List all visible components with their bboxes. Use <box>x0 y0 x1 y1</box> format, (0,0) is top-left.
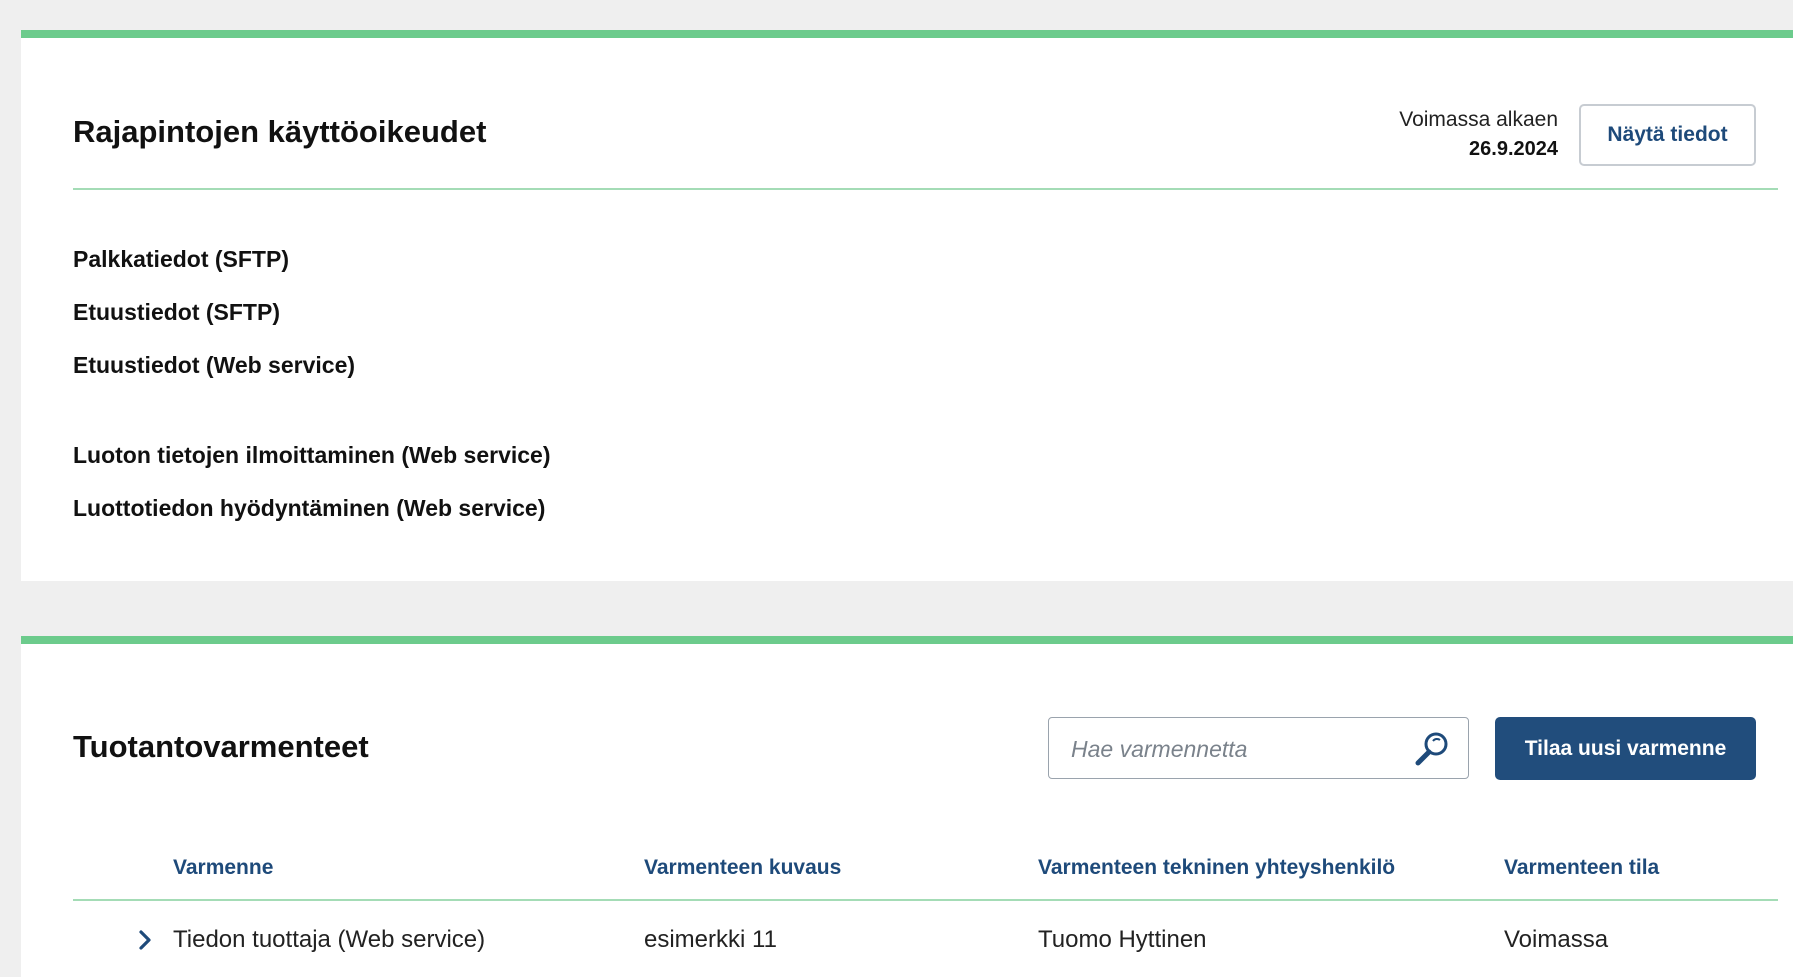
api-rights-list: Palkkatiedot (SFTP) Etuustiedot (SFTP) E… <box>73 246 551 548</box>
show-details-button[interactable]: Näytä tiedot <box>1579 104 1756 166</box>
certificate-search <box>1048 717 1469 780</box>
api-right-item: Etuustiedot (Web service) <box>73 352 356 378</box>
column-header-certificate[interactable]: Varmenne <box>173 851 273 885</box>
api-rights-card: Rajapintojen käyttöoikeudet Voimassa alk… <box>21 30 1793 581</box>
valid-from-label: Voimassa alkaen <box>1399 108 1558 131</box>
table-row[interactable]: Tiedon tuottaja (Web service) esimerkki … <box>21 920 1793 960</box>
certificates-title: Tuotantovarmenteet <box>73 729 369 764</box>
api-right-item: Palkkatiedot (SFTP) <box>73 246 289 272</box>
api-right-item: Luoton tietojen ilmoittaminen (Web servi… <box>73 442 551 468</box>
order-certificate-button[interactable]: Tilaa uusi varmenne <box>1495 717 1756 780</box>
column-header-status[interactable]: Varmenteen tila <box>1504 851 1659 885</box>
certificate-description: esimerkki 11 <box>644 926 777 953</box>
table-header-divider <box>73 899 1778 901</box>
column-header-contact[interactable]: Varmenteen tekninen yhteyshenkilö <box>1038 851 1395 885</box>
column-header-description[interactable]: Varmenteen kuvaus <box>644 851 841 885</box>
api-rights-title: Rajapintojen käyttöoikeudet <box>73 114 487 149</box>
api-rights-divider <box>73 188 1778 190</box>
certificate-status: Voimassa <box>1504 926 1609 953</box>
magnifier-icon[interactable] <box>1412 729 1452 769</box>
certificate-search-input[interactable] <box>1069 718 1403 780</box>
certificates-card: Tuotantovarmenteet Tilaa uusi varmenne V… <box>21 636 1793 977</box>
api-right-item: Luottotiedon hyödyntäminen (Web service) <box>73 495 546 521</box>
certificate-name: Tiedon tuottaja (Web service) <box>173 926 486 953</box>
chevron-right-icon[interactable] <box>134 929 156 951</box>
valid-from: Voimassa alkaen 26.9.2024 <box>1399 106 1558 164</box>
certificate-contact: Tuomo Hyttinen <box>1038 926 1207 953</box>
api-right-item: Etuustiedot (SFTP) <box>73 299 280 325</box>
table-header: Varmenne Varmenteen kuvaus Varmenteen te… <box>21 851 1793 885</box>
valid-from-date: 26.9.2024 <box>1469 138 1558 160</box>
